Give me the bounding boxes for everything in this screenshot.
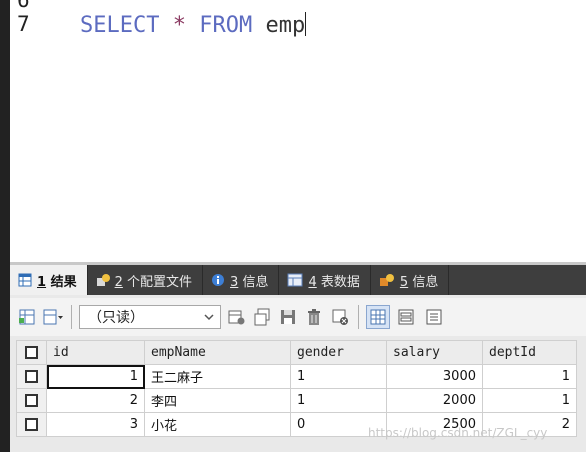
form-view-icon <box>398 309 414 325</box>
cell-gender[interactable]: 1 <box>290 364 387 389</box>
form-view-toggle[interactable] <box>394 305 418 329</box>
grid-view-icon <box>370 309 386 325</box>
toolbar-separator <box>71 305 72 329</box>
delete-icon[interactable] <box>303 306 325 328</box>
cell-id[interactable]: 3 <box>46 412 145 437</box>
chevron-down-icon <box>204 314 214 321</box>
sql-editor[interactable]: 6 7 SELECT * FROM emp <box>10 0 586 262</box>
row-checkbox[interactable] <box>16 388 47 413</box>
table-identifier: emp <box>265 13 306 38</box>
column-header[interactable]: salary <box>386 340 483 365</box>
window-frame-left <box>0 0 10 452</box>
sql-statement[interactable]: SELECT * FROM emp <box>80 12 307 38</box>
cell-gender[interactable]: 1 <box>290 388 387 413</box>
result-grid: id empName gender salary deptId 1 王二麻子 1… <box>16 340 577 437</box>
cell-deptid[interactable]: 1 <box>482 388 577 413</box>
add-row-icon[interactable] <box>225 306 247 328</box>
line-number: 6 <box>17 0 30 12</box>
grid-mode-icon[interactable] <box>42 306 64 328</box>
cell-empname[interactable]: 小花 <box>144 412 291 437</box>
row-checkbox[interactable] <box>16 412 47 437</box>
tab-table-data[interactable]: 4 表数据 <box>279 265 371 295</box>
cell-id[interactable]: 2 <box>46 388 145 413</box>
watermark: https://blog.csdn.net/ZGL_cyy <box>368 426 548 440</box>
table-row[interactable]: 2 李四 1 2000 1 <box>16 388 577 413</box>
export-grid-icon[interactable] <box>16 306 38 328</box>
cell-salary[interactable]: 3000 <box>386 364 483 389</box>
line-number: 7 <box>17 12 30 36</box>
text-view-toggle[interactable] <box>422 305 446 329</box>
column-header[interactable]: empName <box>144 340 291 365</box>
column-header[interactable]: id <box>46 340 145 365</box>
result-toolbar: （只读） <box>10 298 586 336</box>
tab-label: 表数据 <box>320 274 360 290</box>
readonly-select[interactable]: （只读） <box>79 305 221 329</box>
save-icon[interactable] <box>277 306 299 328</box>
info-icon <box>379 274 394 286</box>
tab-profiles[interactable]: 2 个配置文件 <box>88 265 204 295</box>
keyword-select: SELECT <box>80 13 160 38</box>
info-icon <box>212 274 225 286</box>
text-caret <box>305 12 307 36</box>
profile-icon <box>96 274 110 286</box>
text-view-icon <box>426 309 442 325</box>
row-checkbox[interactable] <box>16 364 47 389</box>
cell-empname[interactable]: 王二麻子 <box>144 364 291 389</box>
grid-view-toggle[interactable] <box>366 305 390 329</box>
cell-deptid[interactable]: 1 <box>482 364 577 389</box>
readonly-select-value: （只读） <box>88 310 144 326</box>
cell-salary[interactable]: 2000 <box>386 388 483 413</box>
tab-number: 1 <box>37 274 47 290</box>
tab-messages[interactable]: 3 信息 <box>203 265 280 295</box>
tab-label: 个配置文件 <box>127 274 193 290</box>
column-header[interactable]: deptId <box>482 340 577 365</box>
keyword-from: FROM <box>199 13 253 38</box>
cell-empname[interactable]: 李四 <box>144 388 291 413</box>
discard-changes-icon[interactable] <box>329 306 351 328</box>
toolbar-separator <box>358 305 359 329</box>
table-row[interactable]: 1 王二麻子 1 3000 1 <box>16 364 577 389</box>
cell-id[interactable]: 1 <box>46 364 145 389</box>
tab-label: 信息 <box>242 274 269 290</box>
tab-number: 4 <box>308 274 317 290</box>
tab-number: 3 <box>230 274 239 290</box>
tab-label: 信息 <box>412 274 439 290</box>
table-icon <box>287 273 303 287</box>
duplicate-row-icon[interactable] <box>251 306 273 328</box>
select-all-checkbox[interactable] <box>16 340 47 365</box>
grid-icon <box>18 273 32 287</box>
tab-number: 2 <box>114 274 123 290</box>
column-header[interactable]: gender <box>290 340 387 365</box>
tab-info[interactable]: 5 信息 <box>371 265 450 295</box>
tab-label: 结果 <box>50 274 77 290</box>
tab-number: 5 <box>399 274 409 290</box>
star-operator: * <box>172 13 186 38</box>
result-tabs: 1 结果 2 个配置文件 3 信息 4 表数据 5 信息 <box>10 265 586 295</box>
tab-results[interactable]: 1 结果 <box>10 265 88 295</box>
